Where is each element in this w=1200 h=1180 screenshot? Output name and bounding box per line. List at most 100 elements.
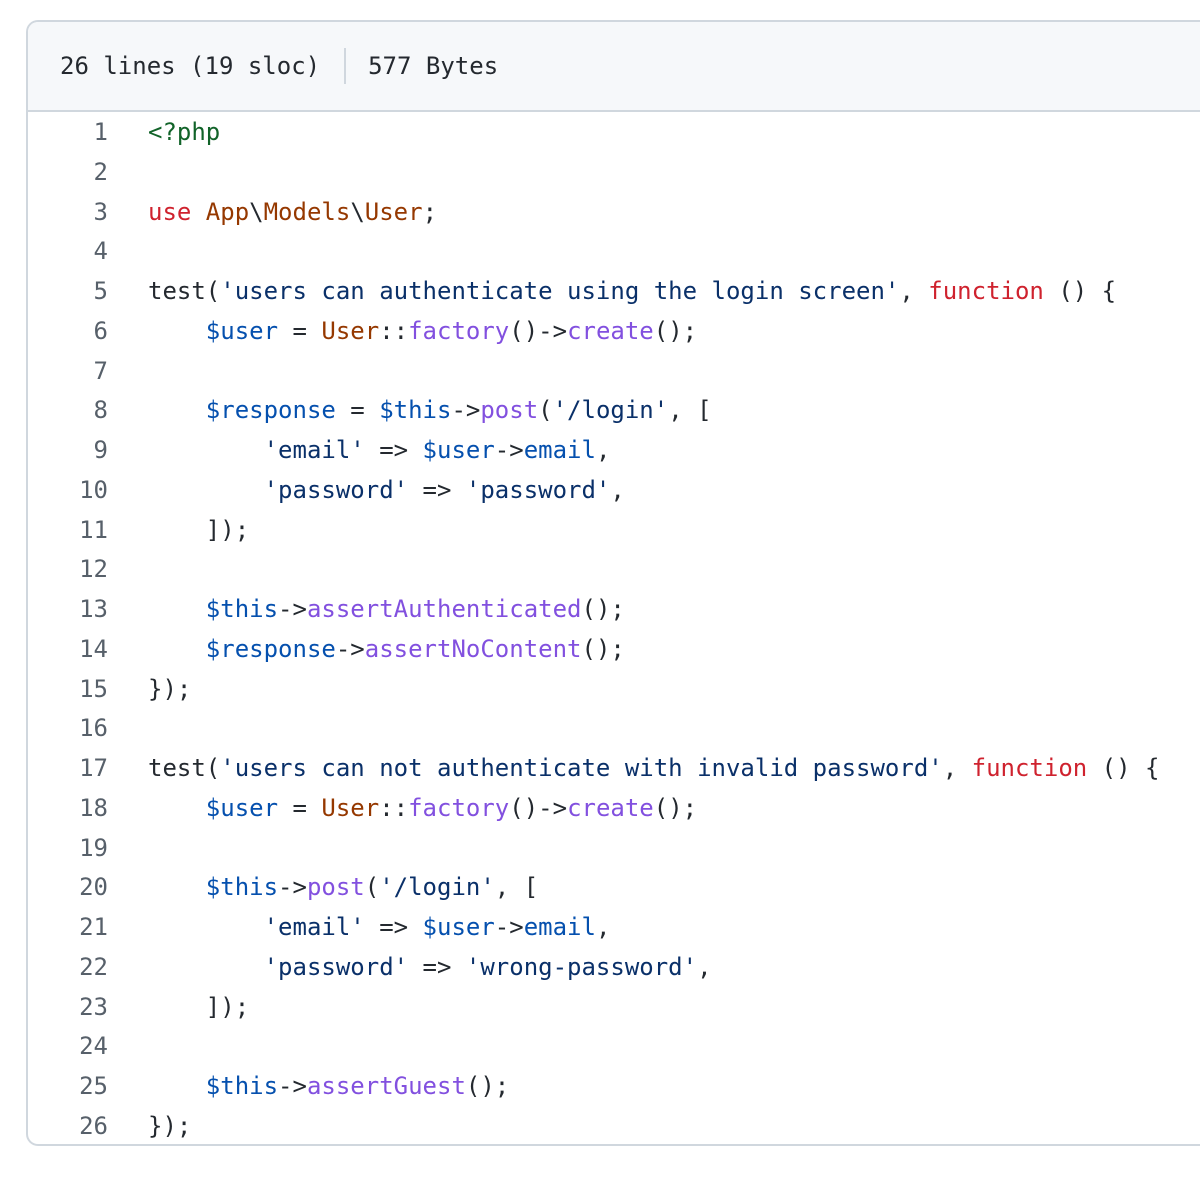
code-token: => — [408, 952, 466, 981]
line-number[interactable]: 26 — [28, 1107, 108, 1144]
code-token: create — [567, 793, 654, 822]
line-number[interactable]: 22 — [28, 948, 108, 988]
code-token: -> — [278, 873, 307, 902]
code-line: 14 $response->assertNoContent(); — [28, 630, 1200, 670]
line-number[interactable]: 8 — [28, 391, 108, 431]
code-token: -> — [494, 436, 524, 464]
line-number[interactable]: 3 — [28, 193, 108, 233]
code-token: :: — [379, 316, 409, 345]
line-number[interactable]: 24 — [28, 1027, 108, 1067]
line-number[interactable]: 11 — [28, 511, 108, 551]
code-token: $user — [205, 793, 279, 822]
line-code: test('users can authenticate using the l… — [148, 272, 1116, 312]
code-token: App — [205, 197, 250, 226]
code-line: 23 ]); — [28, 988, 1200, 1028]
code-token: , — [697, 952, 712, 981]
code-token: ]); — [148, 515, 250, 544]
line-number[interactable]: 12 — [28, 550, 108, 590]
code-token: }); — [148, 1111, 192, 1140]
code-token: $user — [422, 436, 495, 464]
line-number[interactable]: 13 — [28, 590, 108, 630]
code-line: 8 $response = $this->post('/login', [ — [28, 391, 1200, 431]
code-line: 16 — [28, 709, 1200, 749]
code-token: ( — [538, 396, 553, 425]
code-token: 'email' — [263, 436, 365, 464]
code-token: $this — [205, 873, 279, 902]
line-number[interactable]: 18 — [28, 789, 108, 829]
line-number[interactable]: 4 — [28, 232, 108, 272]
file-line-count: 26 lines (19 sloc) — [60, 52, 321, 80]
line-code: test('users can not authenticate with in… — [148, 749, 1159, 789]
code-token: $user — [422, 913, 495, 941]
code-token: , [ — [668, 396, 712, 425]
code-token: -> — [335, 634, 365, 663]
line-number[interactable]: 21 — [28, 908, 108, 948]
line-number[interactable]: 17 — [28, 749, 108, 789]
line-number[interactable]: 20 — [28, 868, 108, 908]
code-token: (); — [465, 1072, 510, 1100]
line-number[interactable]: 2 — [28, 153, 108, 193]
line-number[interactable]: 7 — [28, 352, 108, 392]
code-token: -> — [451, 396, 481, 425]
line-number[interactable]: 25 — [28, 1067, 108, 1107]
line-code: 'email' => $user->email, — [148, 431, 611, 471]
code-token: User — [364, 197, 423, 226]
code-line: 5 test('users can authenticate using the … — [28, 272, 1200, 312]
code-token: $this — [205, 1072, 279, 1100]
code-token: 'password' — [263, 475, 409, 504]
code-token: , — [595, 436, 611, 464]
code-line: 25 $this->assertGuest(); — [28, 1067, 1200, 1107]
code-token: () { — [1043, 277, 1117, 305]
code-token: assertNoContent — [364, 634, 582, 663]
code-token: => — [364, 436, 423, 464]
line-number[interactable]: 19 — [28, 829, 108, 869]
line-code: $response->assertNoContent(); — [148, 630, 625, 670]
code-token: test( — [148, 754, 221, 782]
line-number[interactable]: 15 — [28, 670, 108, 710]
code-token: , — [610, 475, 625, 504]
code-token: , [ — [494, 873, 539, 902]
code-line: 26}); — [28, 1107, 1200, 1144]
code-token: ( — [364, 873, 380, 902]
code-token: factory — [408, 793, 510, 822]
code-token: 'password' — [465, 475, 611, 504]
file-info-divider — [344, 48, 347, 84]
line-number[interactable]: 9 — [28, 431, 108, 471]
code-token: User — [321, 316, 380, 345]
code-token: 'email' — [263, 913, 365, 941]
code-token: (); — [581, 634, 625, 663]
code-line: 19 — [28, 829, 1200, 869]
code-token: test( — [148, 277, 221, 305]
code-token: 'password' — [263, 952, 409, 981]
code-line: 4 — [28, 232, 1200, 272]
line-number[interactable]: 14 — [28, 630, 108, 670]
code-token: $response — [205, 396, 336, 425]
line-number[interactable]: 5 — [28, 272, 108, 312]
line-code: $user = User::factory()->create(); — [148, 312, 697, 352]
line-number[interactable]: 1 — [28, 113, 108, 153]
code-token: 'wrong-password' — [465, 952, 698, 981]
code-token: , — [595, 913, 611, 941]
line-number[interactable]: 10 — [28, 471, 108, 511]
code-token: () { — [1087, 754, 1160, 782]
line-number[interactable]: 23 — [28, 988, 108, 1028]
code-block: 1 <?php 2 3 use App\Models\User; 4 5 test('user… — [28, 113, 1200, 1144]
code-token: email — [523, 913, 596, 941]
code-line: 13 $this->assertAuthenticated(); — [28, 590, 1200, 630]
code-token: post — [480, 396, 539, 425]
code-token: = — [335, 396, 380, 425]
line-number[interactable]: 16 — [28, 709, 108, 749]
file-viewer: 26 lines (19 sloc) 577 Bytes 1 <?php 2 3 use… — [26, 20, 1200, 1146]
line-code: $response = $this->post('/login', [ — [148, 391, 712, 431]
line-number[interactable]: 6 — [28, 312, 108, 352]
code-token: (); — [581, 595, 625, 623]
code-token: create — [567, 316, 654, 345]
code-token: -> — [278, 595, 307, 623]
